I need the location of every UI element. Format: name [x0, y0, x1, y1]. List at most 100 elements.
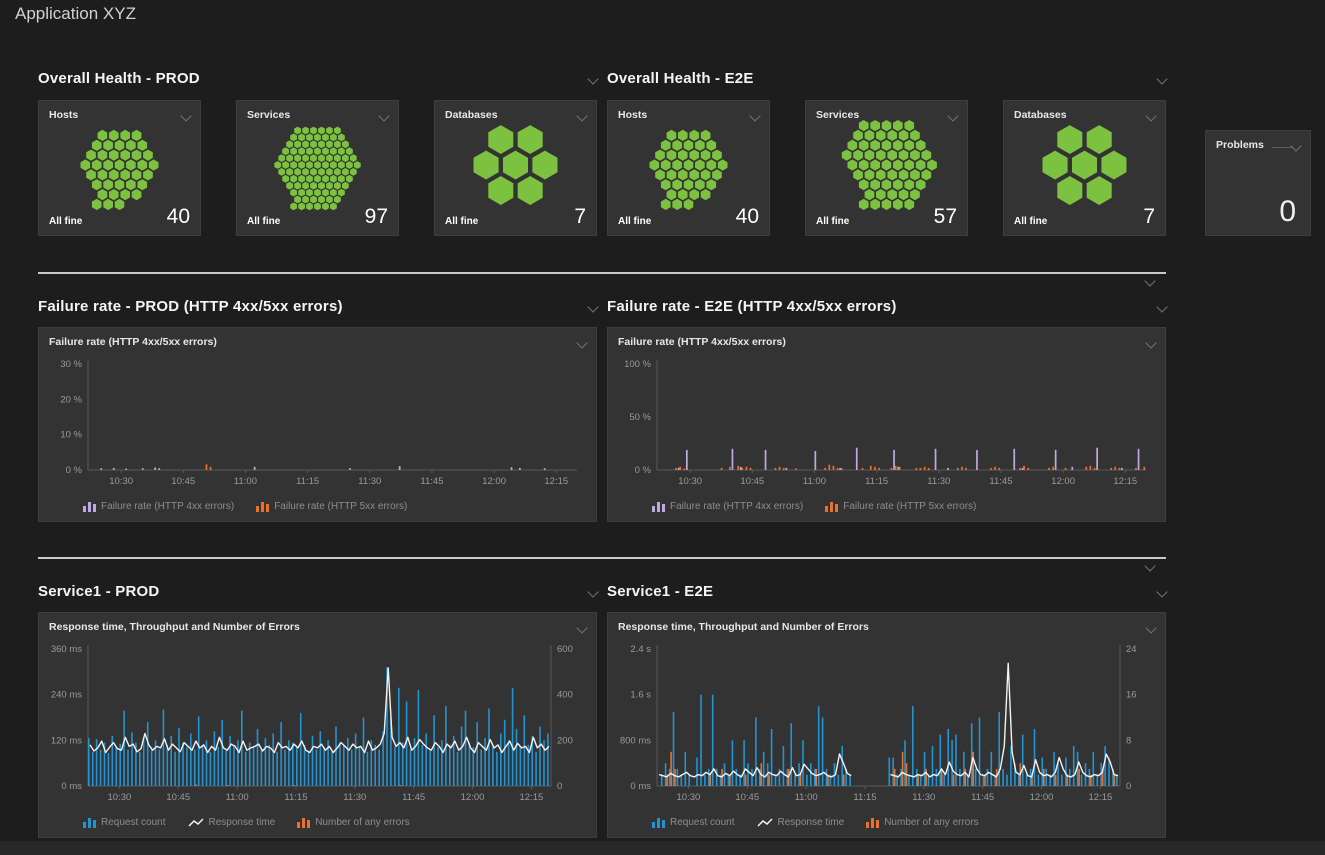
tile-title: Response time, Throughput and Number of … — [618, 621, 869, 633]
chart-tile-failure-e2e[interactable]: Failure rate (HTTP 4xx/5xx errors) 0 %50… — [607, 327, 1166, 522]
svg-text:10:30: 10:30 — [678, 476, 702, 487]
svg-text:12:15: 12:15 — [1113, 476, 1137, 487]
status-text: All fine — [618, 216, 651, 227]
svg-text:240 ms: 240 ms — [51, 690, 82, 701]
honeycomb-chart[interactable] — [237, 119, 398, 211]
honeycomb-chart[interactable] — [39, 119, 200, 211]
legend-item[interactable]: Response time — [188, 817, 276, 828]
svg-text:0 ms: 0 ms — [630, 781, 651, 792]
tile-title: Failure rate (HTTP 4xx/5xx errors) — [618, 336, 786, 348]
legend-item[interactable]: Response time — [757, 817, 845, 828]
health-tile-hosts-e2e[interactable]: Hosts All fine 40 — [607, 100, 770, 236]
tile-header: Response time, Throughput and Number of … — [39, 613, 596, 633]
health-tile-databases-e2e[interactable]: Databases All fine 7 — [1003, 100, 1166, 236]
count-value: 97 — [365, 206, 388, 227]
chevron-down-icon[interactable] — [1145, 337, 1156, 348]
legend-label: Failure rate (HTTP 4xx errors) — [101, 501, 234, 512]
svg-text:0 %: 0 % — [635, 465, 652, 476]
tile-header: Databases — [1004, 101, 1165, 121]
count-value: 40 — [167, 206, 190, 227]
tile-header: Services — [237, 101, 398, 121]
svg-text:11:30: 11:30 — [343, 792, 366, 803]
legend-label: Request count — [101, 817, 166, 828]
chevron-down-icon[interactable] — [1144, 275, 1155, 286]
svg-text:2.4 s: 2.4 s — [630, 644, 651, 655]
tile-footer: All fine 40 — [49, 206, 190, 227]
tile-footer: All fine 40 — [618, 206, 759, 227]
svg-text:10:30: 10:30 — [109, 476, 133, 487]
chart-legend: Failure rate (HTTP 4xx errors) Failure ra… — [83, 501, 407, 512]
health-tile-hosts-prod[interactable]: Hosts All fine 40 — [38, 100, 201, 236]
bar-series-icon — [866, 817, 879, 828]
tile-header: Hosts — [39, 101, 200, 121]
chevron-down-icon[interactable] — [576, 337, 587, 348]
chart-tile-service-prod[interactable]: Response time, Throughput and Number of … — [38, 612, 597, 838]
chart-tile-service-e2e[interactable]: Response time, Throughput and Number of … — [607, 612, 1166, 838]
section-title: Failure rate - E2E (HTTP 4xx/5xx errors) — [607, 298, 897, 315]
svg-text:16: 16 — [1126, 690, 1137, 701]
health-tile-services-prod[interactable]: Services All fine 97 — [236, 100, 399, 236]
chevron-down-icon[interactable] — [587, 301, 598, 312]
legend-item[interactable]: Failure rate (HTTP 4xx errors) — [652, 501, 803, 512]
health-tile-databases-prod[interactable]: Databases All fine 7 — [434, 100, 597, 236]
chart-canvas[interactable]: 0 ms120 ms240 ms360 ms020040060010:3010:… — [44, 639, 591, 807]
svg-text:11:45: 11:45 — [402, 792, 425, 803]
chevron-down-icon[interactable] — [1156, 301, 1167, 312]
chevron-down-icon[interactable] — [587, 73, 598, 84]
tile-footer: All fine 57 — [816, 206, 957, 227]
tile-footer: All fine 97 — [247, 206, 388, 227]
svg-text:11:45: 11:45 — [989, 476, 1012, 487]
legend-label: Response time — [209, 817, 276, 828]
svg-text:11:45: 11:45 — [420, 476, 443, 487]
chevron-down-icon[interactable] — [1290, 140, 1301, 151]
chevron-down-icon[interactable] — [587, 586, 598, 597]
bottom-scroll-area[interactable] — [0, 841, 1325, 855]
chevron-down-icon[interactable] — [1156, 73, 1167, 84]
problems-tile[interactable]: Problems 0 — [1205, 130, 1311, 236]
chevron-down-icon[interactable] — [1156, 586, 1167, 597]
chevron-down-icon[interactable] — [1145, 622, 1156, 633]
section-header: Service1 - E2E — [607, 583, 1166, 600]
svg-text:11:30: 11:30 — [912, 792, 935, 803]
svg-text:12:00: 12:00 — [1051, 476, 1075, 487]
svg-text:12:15: 12:15 — [1088, 792, 1112, 803]
tile-footer: All fine 7 — [1014, 206, 1155, 227]
legend-item[interactable]: Failure rate (HTTP 4xx errors) — [83, 501, 234, 512]
honeycomb-chart[interactable] — [806, 119, 967, 211]
legend-item[interactable]: Failure rate (HTTP 5xx errors) — [256, 501, 407, 512]
svg-text:10:45: 10:45 — [166, 792, 190, 803]
legend-item[interactable]: Request count — [652, 817, 735, 828]
svg-text:10 %: 10 % — [60, 430, 82, 441]
svg-text:120 ms: 120 ms — [51, 735, 82, 746]
honeycomb-chart[interactable] — [608, 119, 769, 211]
legend-item[interactable]: Number of any errors — [866, 817, 978, 828]
chevron-down-icon[interactable] — [576, 622, 587, 633]
count-value: 40 — [736, 206, 759, 227]
chart-canvas[interactable]: 0 %50 %100 %10:3010:4511:0011:1511:3011:… — [613, 354, 1160, 491]
chart-canvas[interactable]: 0 ms800 ms1.6 s2.4 s08162410:3010:4511:0… — [613, 639, 1160, 807]
svg-text:20 %: 20 % — [60, 394, 82, 405]
legend-item[interactable]: Request count — [83, 817, 166, 828]
section-header: Overall Health - PROD — [38, 70, 597, 87]
section-title: Failure rate - PROD (HTTP 4xx/5xx errors… — [38, 298, 343, 315]
chevron-down-icon[interactable] — [1144, 560, 1155, 571]
chart-legend: Request count Response time Number of any … — [652, 817, 979, 828]
status-text: All fine — [49, 216, 82, 227]
legend-label: Request count — [670, 817, 735, 828]
honeycomb-chart[interactable] — [1004, 119, 1165, 211]
svg-text:12:15: 12:15 — [544, 476, 568, 487]
svg-text:10:30: 10:30 — [676, 792, 700, 803]
legend-item[interactable]: Failure rate (HTTP 5xx errors) — [825, 501, 976, 512]
count-value: 7 — [1143, 206, 1155, 227]
chart-tile-failure-prod[interactable]: Failure rate (HTTP 4xx/5xx errors) 0 %10… — [38, 327, 597, 522]
honeycomb-chart[interactable] — [435, 119, 596, 211]
svg-text:11:15: 11:15 — [865, 476, 888, 487]
health-tile-services-e2e[interactable]: Services All fine 57 — [805, 100, 968, 236]
bar-series-icon — [297, 817, 310, 828]
svg-text:11:15: 11:15 — [296, 476, 319, 487]
chart-canvas[interactable]: 0 %10 %20 %30 %10:3010:4511:0011:1511:30… — [44, 354, 591, 491]
legend-item[interactable]: Number of any errors — [297, 817, 409, 828]
svg-text:11:00: 11:00 — [234, 476, 257, 487]
problems-count: 0 — [1279, 197, 1296, 227]
dashboard: Application XYZ Overall Health - PROD Ov… — [0, 0, 1325, 855]
